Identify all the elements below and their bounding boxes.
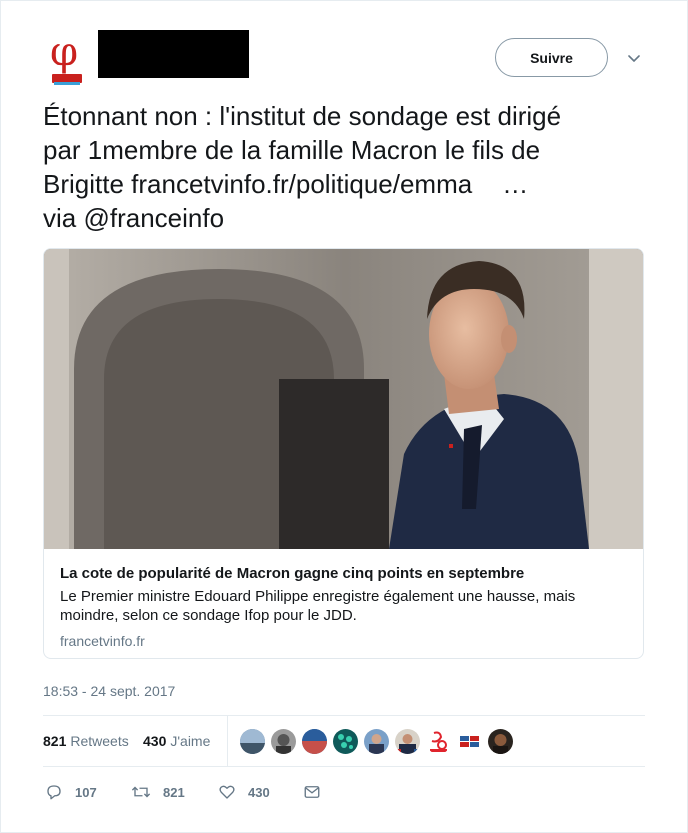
card-image[interactable]: [44, 249, 643, 549]
reply-button[interactable]: 107: [45, 778, 97, 806]
liker-avatar[interactable]: [488, 729, 513, 754]
liker-avatar[interactable]: [426, 729, 451, 754]
retweet-button[interactable]: 821: [131, 778, 185, 806]
retweets-stat[interactable]: 821 Retweets: [43, 733, 129, 749]
card-body[interactable]: La cote de popularité de Macron gagne ci…: [44, 549, 643, 658]
tweet-text: Étonnant non : l'institut de sondage est…: [43, 99, 653, 235]
card-domain: francetvinfo.fr: [60, 633, 145, 649]
author-avatar[interactable]: φ: [44, 29, 92, 85]
envelope-icon: [304, 786, 320, 798]
link-ellipsis: …: [502, 169, 529, 199]
tweet-text-line: via @franceinfo: [43, 203, 225, 233]
tweet-text-line: par 1membre de la famille Macron le fils…: [43, 135, 541, 165]
engagement-stats: 821 Retweets 430 J'aime: [43, 716, 645, 766]
liker-avatar[interactable]: [364, 729, 389, 754]
liker-avatar[interactable]: [240, 729, 265, 754]
link-preview-card[interactable]: La cote de popularité de Macron gagne ci…: [43, 248, 644, 659]
reply-count: 107: [75, 784, 97, 800]
liker-avatar[interactable]: [302, 729, 327, 754]
divider: [43, 766, 645, 767]
liker-avatar[interactable]: [333, 729, 358, 754]
card-photo: [44, 249, 643, 549]
card-description: Le Premier ministre Edouard Philippe enr…: [60, 588, 576, 624]
avatar-logo-stripe: [54, 82, 80, 85]
redacted-author-name: [98, 30, 249, 78]
retweets-count: 821: [43, 733, 67, 749]
retweet-count: 821: [163, 784, 185, 800]
stats-separator: [227, 716, 228, 766]
chevron-down-icon[interactable]: [626, 50, 642, 66]
tweet-timestamp[interactable]: 18:53 - 24 sept. 2017: [43, 683, 175, 699]
like-button[interactable]: 430: [218, 778, 270, 806]
liker-avatar[interactable]: [395, 729, 420, 754]
retweets-label: Retweets: [70, 733, 129, 749]
likes-stat[interactable]: 430 J'aime: [143, 733, 210, 749]
reply-icon: [47, 785, 61, 800]
likes-label: J'aime: [170, 733, 211, 749]
tweet-text-fragment: Brigitte: [43, 169, 132, 199]
direct-message-button[interactable]: [303, 778, 333, 806]
tweet-link[interactable]: francetvinfo.fr/politique/emma: [131, 169, 472, 199]
likes-count: 430: [143, 733, 167, 749]
avatar-logo-glyph: φ: [50, 29, 79, 75]
tweet-text-line: Brigitte francetvinfo.fr/politique/emma …: [43, 167, 653, 201]
heart-icon: [219, 785, 235, 799]
follow-button[interactable]: Suivre: [495, 38, 608, 77]
liker-avatar[interactable]: [457, 729, 482, 754]
liker-avatar[interactable]: [271, 729, 296, 754]
tweet-text-line: Étonnant non : l'institut de sondage est…: [43, 101, 562, 131]
like-count: 430: [248, 784, 270, 800]
retweet-icon: [131, 786, 151, 798]
card-title: La cote de popularité de Macron gagne ci…: [60, 565, 525, 582]
tweet-actions: 107 821 430: [43, 778, 443, 808]
